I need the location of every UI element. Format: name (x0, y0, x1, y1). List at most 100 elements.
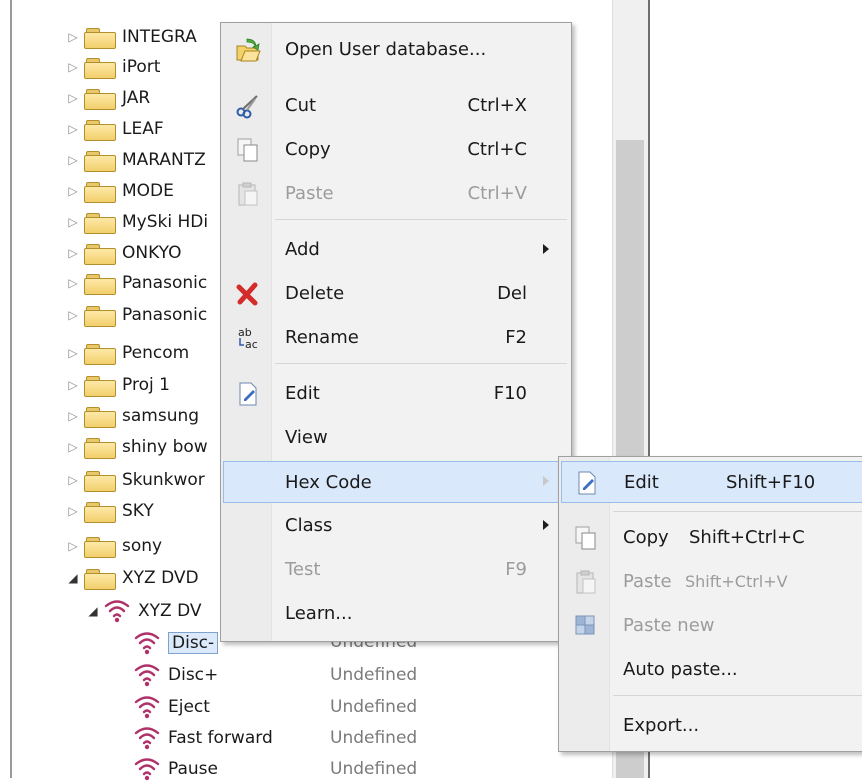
submenu-item-paste-new[interactable]: Paste new (561, 605, 861, 645)
menu-item-learn[interactable]: Learn... (223, 593, 569, 633)
expand-arrow-icon[interactable]: ▷ (64, 276, 82, 290)
menu-item-rename[interactable]: ab ac Rename F2 (223, 317, 569, 357)
tree-folder-item[interactable]: ▷ JAR (64, 83, 150, 113)
tree-item-label: XYZ DV (138, 601, 202, 621)
tree-item-label: LEAF (122, 119, 164, 139)
tree-folder-item-expanded[interactable]: ◢ XYZ DVD (64, 563, 199, 593)
tree-folder-item[interactable]: ▷ LEAF (64, 114, 164, 144)
folder-open-icon (84, 568, 116, 590)
menu-item-open-user-database[interactable]: Open User database... (223, 29, 569, 69)
tree-command-item[interactable]: Fast forward Undefined (132, 723, 417, 753)
collapse-arrow-icon[interactable]: ◢ (64, 571, 82, 585)
submenu-item-copy[interactable]: Copy Shift+Ctrl+C (561, 517, 861, 557)
tree-folder-item[interactable]: ▷ Skunkwor (64, 465, 205, 495)
tree-folder-item[interactable]: ▷ INTEGRA (64, 22, 197, 52)
folder-icon (84, 375, 116, 397)
paste-icon (573, 569, 599, 595)
menu-item-add[interactable]: Add (223, 229, 569, 269)
menu-item-hex-code[interactable]: Hex Code (223, 461, 571, 503)
tree-item-label: Fast forward (168, 728, 273, 748)
menu-item-test[interactable]: Test F9 (223, 549, 569, 589)
command-value: Undefined (330, 665, 418, 685)
menu-item-paste[interactable]: Paste Ctrl+V (223, 173, 569, 213)
copy-icon (573, 525, 599, 551)
tree-folder-item[interactable]: ▷ sony (64, 531, 162, 561)
expand-arrow-icon[interactable]: ▷ (64, 409, 82, 423)
rename-icon: ab ac (235, 325, 261, 351)
tree-item-label: iPort (122, 57, 161, 77)
tree-folder-item[interactable]: ▷ ONKYO (64, 238, 181, 268)
copy-icon (235, 137, 261, 163)
expand-arrow-icon[interactable]: ▷ (64, 60, 82, 74)
tree-item-label: SKY (122, 501, 154, 521)
tree-folder-item[interactable]: ▷ shiny bow (64, 432, 208, 462)
command-value: Undefined (330, 728, 418, 748)
tree-item-label: Panasonic (122, 305, 208, 325)
scissors-icon (235, 93, 261, 119)
tree-item-label: Skunkwor (122, 470, 205, 490)
tree-folder-item[interactable]: ▷ SKY (64, 496, 154, 526)
folder-icon (84, 119, 116, 141)
edit-icon (574, 470, 600, 496)
folder-icon (84, 406, 116, 428)
tree-device-item[interactable]: ◢ XYZ DV (84, 596, 202, 626)
svg-text:ac: ac (245, 338, 258, 351)
menu-item-cut[interactable]: Cut Ctrl+X (223, 85, 569, 125)
menu-separator (275, 219, 567, 220)
tree-command-item[interactable]: Eject Undefined (132, 692, 417, 722)
tree-item-label: MARANTZ (122, 150, 206, 170)
menu-item-view[interactable]: View (223, 417, 569, 457)
menu-item-edit[interactable]: Edit F10 (223, 373, 569, 413)
folder-icon (84, 27, 116, 49)
panel-border (10, 0, 12, 778)
expand-arrow-icon[interactable]: ▷ (64, 473, 82, 487)
menu-item-delete[interactable]: Delete Del (223, 273, 569, 313)
tree-item-label: INTEGRA (122, 27, 197, 47)
expand-arrow-icon[interactable]: ▷ (64, 122, 82, 136)
tree-item-label: JAR (122, 88, 151, 108)
menu-separator (613, 695, 862, 696)
submenu-item-auto-paste[interactable]: Auto paste... (561, 649, 861, 689)
menu-item-class[interactable]: Class (223, 505, 569, 545)
submenu-item-edit[interactable]: Edit Shift+F10 (561, 461, 862, 503)
expand-arrow-icon[interactable]: ▷ (64, 246, 82, 260)
tree-item-label: Proj 1 (122, 375, 170, 395)
tree-folder-item[interactable]: ▷ iPort (64, 52, 160, 82)
infrared-signal-icon (132, 694, 162, 720)
tree-folder-item[interactable]: ▷ Panasonic (64, 268, 207, 298)
submenu-item-paste[interactable]: Paste Shift+Ctrl+V (561, 561, 861, 601)
collapse-arrow-icon[interactable]: ◢ (84, 604, 102, 618)
command-value: Undefined (330, 697, 418, 717)
tree-command-item[interactable]: Pause Undefined (132, 754, 417, 784)
expand-arrow-icon[interactable]: ▷ (64, 378, 82, 392)
expand-arrow-icon[interactable]: ▷ (64, 346, 82, 360)
expand-arrow-icon[interactable]: ▷ (64, 215, 82, 229)
tree-folder-item[interactable]: ▷ MySki HDi (64, 207, 208, 237)
tree-folder-item[interactable]: ▷ Panasonic (64, 300, 207, 330)
tree-command-item[interactable]: Disc+ Undefined (132, 660, 417, 690)
submenu-item-export[interactable]: Export... (561, 705, 861, 745)
folder-icon (84, 470, 116, 492)
tree-folder-item[interactable]: ▷ Pencom (64, 338, 189, 368)
expand-arrow-icon[interactable]: ▷ (64, 30, 82, 44)
expand-arrow-icon[interactable]: ▷ (64, 153, 82, 167)
tree-item-label: samsung (122, 406, 200, 426)
tree-item-label: Pencom (122, 343, 190, 363)
menu-item-copy[interactable]: Copy Ctrl+C (223, 129, 569, 169)
tree-folder-item[interactable]: ▷ Proj 1 (64, 370, 170, 400)
tree-command-item[interactable]: Disc- Undefined (132, 628, 417, 658)
expand-arrow-icon[interactable]: ▷ (64, 440, 82, 454)
folder-icon (84, 437, 116, 459)
folder-icon (84, 212, 116, 234)
tree-folder-item[interactable]: ▷ MODE (64, 176, 174, 206)
open-database-icon (235, 37, 261, 63)
menu-separator (275, 363, 567, 364)
tree-item-label: MySki HDi (122, 212, 209, 232)
expand-arrow-icon[interactable]: ▷ (64, 504, 82, 518)
expand-arrow-icon[interactable]: ▷ (64, 91, 82, 105)
expand-arrow-icon[interactable]: ▷ (64, 308, 82, 322)
expand-arrow-icon[interactable]: ▷ (64, 539, 82, 553)
tree-folder-item[interactable]: ▷ MARANTZ (64, 145, 206, 175)
tree-folder-item[interactable]: ▷ samsung (64, 401, 199, 431)
expand-arrow-icon[interactable]: ▷ (64, 184, 82, 198)
